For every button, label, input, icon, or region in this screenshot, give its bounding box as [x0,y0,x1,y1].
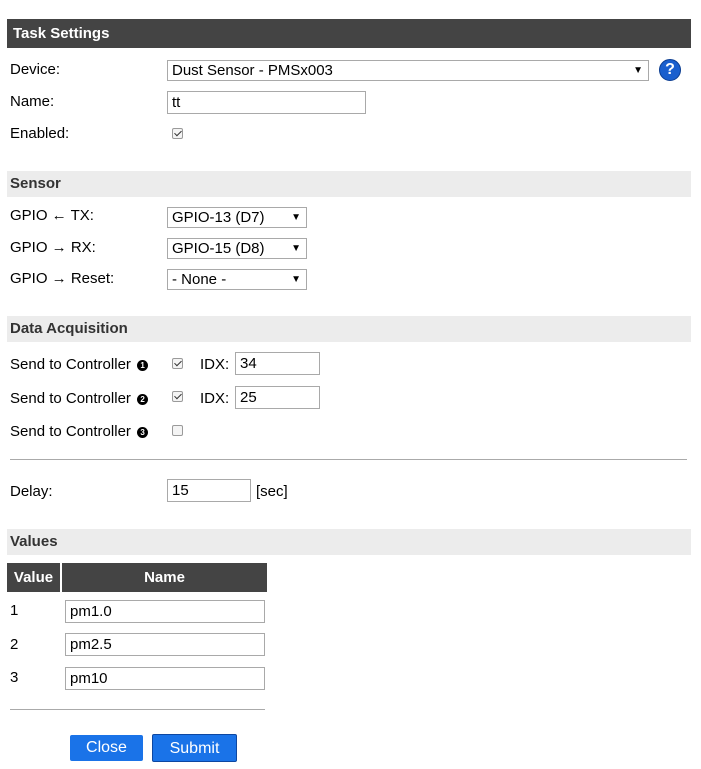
device-label: Device: [10,61,61,78]
column-header-value: Value [7,563,61,592]
controller-number-badge: 3 [137,426,149,438]
idx-2-label: IDX: [200,390,230,407]
task-settings-header: Task Settings [7,19,691,48]
data-acquisition-section-header: Data Acquisition [7,316,691,342]
gpio-tx-select[interactable]: GPIO-13 (D7) ▼ [167,207,307,228]
values-table: Value Name [7,563,267,592]
controller-3-label: Send to Controller 3 [10,422,149,442]
controller-number-badge: 1 [137,359,149,371]
divider [10,459,687,460]
device-select-value: Dust Sensor - PMSx003 [172,62,333,79]
gpio-rx-select[interactable]: GPIO-15 (D8) ▼ [167,238,307,259]
divider [10,709,265,710]
name-input[interactable] [167,91,366,114]
controller-number-badge: 2 [137,393,149,405]
delay-input[interactable] [167,479,251,502]
idx-1-label: IDX: [200,356,230,373]
device-select[interactable]: Dust Sensor - PMSx003 ▼ [167,60,649,81]
value-row-1-number: 1 [10,602,19,619]
idx-1-input[interactable] [235,352,320,375]
value-row-2-number: 2 [10,636,19,653]
gpio-reset-select[interactable]: - None - ▼ [167,269,307,290]
idx-2-input[interactable] [235,386,320,409]
value-row-1-name-input[interactable] [65,600,265,623]
controller-2-checkbox[interactable] [172,391,183,402]
gpio-rx-value: GPIO-15 (D8) [172,240,265,257]
controller-2-label: Send to Controller 2 [10,389,149,409]
chevron-down-icon: ▼ [291,274,301,285]
sensor-section-header: Sensor [7,171,691,197]
enabled-checkbox[interactable] [172,128,183,139]
column-header-name: Name [60,563,267,592]
delay-label: Delay: [10,483,53,500]
gpio-rx-label: GPIO → RX: [10,239,96,256]
gpio-tx-label: GPIO ← TX: [10,207,94,224]
delay-unit: [sec] [256,483,288,500]
enabled-label: Enabled: [10,125,70,142]
gpio-tx-value: GPIO-13 (D7) [172,209,265,226]
chevron-down-icon: ▼ [291,243,301,254]
chevron-down-icon: ▼ [291,212,301,223]
values-section-header: Values [7,529,691,555]
controller-1-checkbox[interactable] [172,358,183,369]
gpio-reset-value: - None - [172,271,227,288]
name-label: Name: [10,93,55,110]
value-row-3-name-input[interactable] [65,667,265,690]
help-icon[interactable]: ? [659,59,681,81]
controller-3-checkbox[interactable] [172,425,183,436]
submit-button[interactable]: Submit [152,734,237,762]
close-button[interactable]: Close [70,735,143,761]
gpio-reset-label: GPIO → Reset: [10,270,115,287]
value-row-3-number: 3 [10,669,19,686]
chevron-down-icon: ▼ [633,65,643,76]
controller-1-label: Send to Controller 1 [10,355,149,375]
value-row-2-name-input[interactable] [65,633,265,656]
